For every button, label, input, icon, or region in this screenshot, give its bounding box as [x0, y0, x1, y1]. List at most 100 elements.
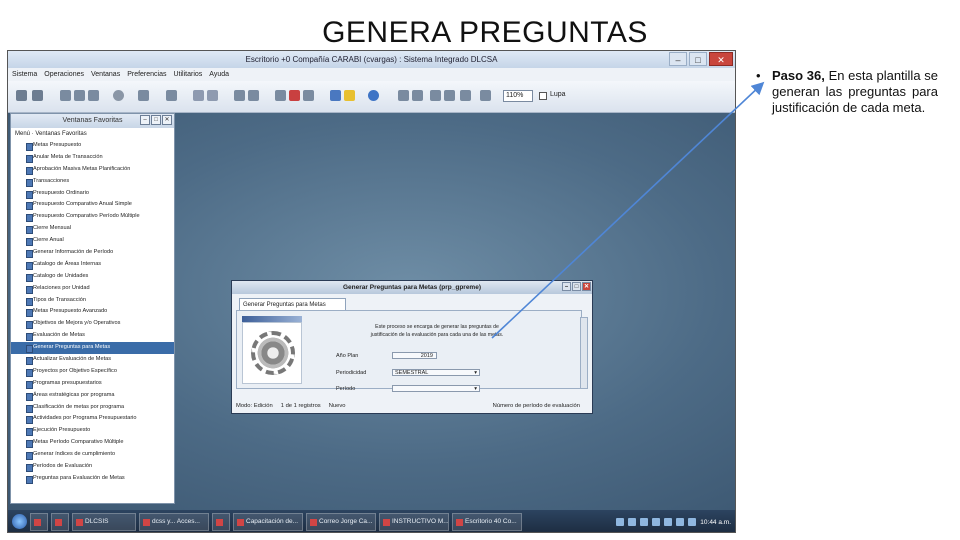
menu-item[interactable]: Ventanas — [91, 68, 120, 81]
start-button[interactable] — [12, 514, 27, 529]
favorites-item[interactable]: Programas presupuestarios — [11, 378, 174, 390]
favorites-root[interactable]: Menú · Ventanas Favoritas — [11, 128, 174, 140]
favorites-item[interactable]: Actividades por Programa Presupuestario — [11, 413, 174, 425]
toolbar-icon[interactable] — [330, 90, 341, 101]
toolbar: 110% Lupa — [8, 81, 735, 113]
task-dlcsis[interactable]: DLCSIS — [72, 513, 136, 531]
task-correo[interactable]: Correo Jorge Ca... — [306, 513, 376, 531]
task-instructivo[interactable]: INSTRUCTIVO M... — [379, 513, 449, 531]
tray-icon[interactable] — [676, 518, 685, 526]
favorites-item[interactable]: Preguntas para Evaluación de Metas — [11, 473, 174, 485]
favorites-item[interactable]: Metas Presupuesto Avanzado — [11, 306, 174, 318]
favorites-item[interactable]: Presupuesto Ordinario — [11, 188, 174, 200]
favorites-item[interactable]: Transacciones — [11, 176, 174, 188]
dialog-tab[interactable]: Generar Preguntas para Metas — [239, 298, 346, 310]
toolbar-icon[interactable] — [248, 90, 259, 101]
power-icon[interactable] — [368, 90, 379, 101]
favorites-item[interactable]: Metas Presupuesto — [11, 140, 174, 152]
star-icon[interactable] — [344, 90, 355, 101]
menu-item[interactable]: Ayuda — [209, 68, 229, 81]
toolbar-icon[interactable] — [412, 90, 423, 101]
favorites-item[interactable]: Tipos de Transacción — [11, 295, 174, 307]
favorites-item[interactable]: Actualizar Evaluación de Metas — [11, 354, 174, 366]
favorites-item[interactable]: Anular Meta de Transacción — [11, 152, 174, 164]
toolbar-icon[interactable] — [166, 90, 177, 101]
favorites-item[interactable]: Cierre Anual — [11, 235, 174, 247]
toolbar-icon[interactable] — [480, 90, 491, 101]
periodicity-label: Periodicidad — [336, 370, 367, 376]
toolbar-icon[interactable] — [444, 90, 455, 101]
taskbar-pinned-icon[interactable] — [51, 513, 69, 531]
lupa-label: Lupa — [550, 91, 566, 98]
favorites-item[interactable]: Metas Período Comparativo Múltiple — [11, 437, 174, 449]
toolbar-icon[interactable] — [275, 90, 286, 101]
menu-item[interactable]: Operaciones — [44, 68, 84, 81]
dialog-status-bar: Modo: Edición 1 de 1 registros Nuevo Núm… — [236, 401, 588, 411]
favorites-item[interactable]: Aprobación Masiva Metas Planificación — [11, 164, 174, 176]
favorites-item[interactable]: Catalogo de Áreas Internas — [11, 259, 174, 271]
favorites-item[interactable]: Presupuesto Comparativo Período Múltiple — [11, 211, 174, 223]
favorites-item[interactable]: Catalogo de Unidades — [11, 271, 174, 283]
favorites-item[interactable]: Generar Preguntas para Metas — [11, 342, 174, 355]
toolbar-icon[interactable] — [234, 90, 245, 101]
tray-icon[interactable] — [628, 518, 637, 526]
toolbar-icon[interactable] — [16, 90, 27, 101]
favorites-item[interactable]: Cierre Mensual — [11, 223, 174, 235]
camera-icon[interactable] — [460, 90, 471, 101]
dialog-message: Este proceso se encarga de generar las p… — [370, 324, 504, 338]
tray-icon[interactable] — [688, 518, 697, 526]
window-titlebar: Escritorio +0 Compañía CARABI (cvargas) … — [8, 51, 735, 68]
menu-item[interactable]: Preferencias — [127, 68, 166, 81]
task-escritorio[interactable]: Escritorio 40 Co... — [452, 513, 522, 531]
favorites-item[interactable]: Áreas estratégicas por programa — [11, 390, 174, 402]
menu-bar: Sistema Operaciones Ventanas Preferencias Ut… — [8, 68, 735, 81]
tray-icon[interactable] — [640, 518, 649, 526]
toolbar-icon[interactable] — [88, 90, 99, 101]
toolbar-icon[interactable] — [193, 90, 204, 101]
favorites-item[interactable]: Generar índices de cumplimiento — [11, 449, 174, 461]
period-select[interactable]: ▾ — [392, 385, 480, 392]
taskbar-pinned-icon[interactable] — [212, 513, 230, 531]
toolbar-icon[interactable] — [74, 90, 85, 101]
toolbar-icon[interactable] — [430, 90, 441, 101]
favorites-item[interactable]: Proyectos por Objetivo Específico — [11, 366, 174, 378]
favorites-item[interactable]: Períodos de Evaluación — [11, 461, 174, 473]
toolbar-icon[interactable] — [398, 90, 409, 101]
close-button[interactable]: ✕ — [709, 52, 733, 66]
toolbar-icon[interactable] — [289, 90, 300, 101]
dialog-maximize-button[interactable]: □ — [572, 282, 581, 291]
favorites-item[interactable]: Clasificación de metas por programa — [11, 402, 174, 414]
minimize-button[interactable]: – — [669, 52, 687, 66]
favorites-item[interactable]: Objetivos de Mejora y/o Operativos — [11, 318, 174, 330]
favorites-minimize-button[interactable]: – — [140, 115, 150, 125]
dialog-scrollbar[interactable] — [580, 317, 588, 389]
toolbar-icon[interactable] — [207, 90, 218, 101]
toolbar-icon[interactable] — [60, 90, 71, 101]
favorites-item[interactable]: Generar Información de Período — [11, 247, 174, 259]
maximize-button[interactable]: □ — [689, 52, 707, 66]
taskbar-pinned-icon[interactable] — [30, 513, 48, 531]
favorites-item[interactable]: Evaluación de Metas — [11, 330, 174, 342]
save-icon[interactable] — [138, 90, 149, 101]
zoom-select[interactable]: 110% — [503, 90, 533, 102]
favorites-item[interactable]: Ejecución Presupuesto — [11, 425, 174, 437]
favorites-item[interactable]: Presupuesto Comparativo Anual Simple — [11, 199, 174, 211]
tray-icon[interactable] — [616, 518, 625, 526]
favorites-item[interactable]: Relaciones por Unidad — [11, 283, 174, 295]
task-capacitacion[interactable]: Capacitación de... — [233, 513, 303, 531]
task-access[interactable]: dcss y... Acces... — [139, 513, 209, 531]
menu-item[interactable]: Utilitarios — [174, 68, 203, 81]
dialog-minimize-button[interactable]: – — [562, 282, 571, 291]
menu-item[interactable]: Sistema — [12, 68, 37, 81]
favorites-maximize-button[interactable]: □ — [151, 115, 161, 125]
tray-icon[interactable] — [664, 518, 673, 526]
toolbar-icon[interactable] — [303, 90, 314, 101]
tray-icon[interactable] — [652, 518, 661, 526]
periodicity-select[interactable]: SEMESTRAL ▾ — [392, 369, 480, 376]
lupa-checkbox[interactable] — [539, 92, 547, 100]
toolbar-icon[interactable] — [113, 90, 124, 101]
dialog-close-button[interactable]: ✕ — [582, 282, 591, 291]
year-field[interactable]: 2019 — [392, 352, 437, 359]
favorites-close-button[interactable]: ✕ — [162, 115, 172, 125]
toolbar-icon[interactable] — [32, 90, 43, 101]
